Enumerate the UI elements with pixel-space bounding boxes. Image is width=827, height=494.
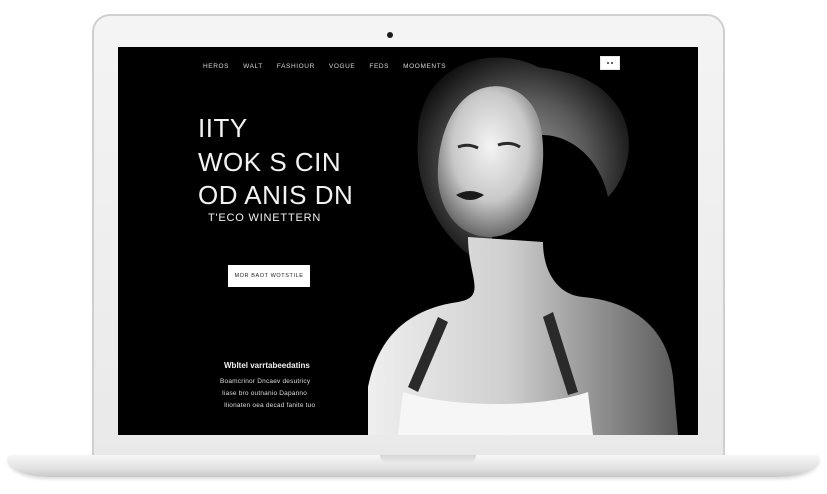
nav-item-fashiour[interactable]: FASHIOUR [277, 63, 315, 70]
hero-heading-line-3: OD ANIS DN [198, 180, 354, 210]
webcam-dot [387, 32, 393, 38]
hero-heading-line-2: WOK S CIN [198, 147, 342, 177]
cta-button[interactable]: MOR BAOT WOTSTILE [228, 265, 310, 287]
hero-heading-line-1: IITY [198, 113, 248, 143]
footer-text-line: Ilionaten oea decad fanite tuo [224, 402, 316, 409]
trackpad-notch [380, 455, 476, 463]
laptop-base [8, 455, 819, 477]
hero-subtitle: T'ECO WINETTERN [208, 212, 322, 224]
laptop-mockup: HEROS WALT FASHIOUR VOGUE FEDS MOOMENTS [0, 0, 827, 494]
hero-portrait-image [368, 57, 678, 435]
nav-item-walt[interactable]: WALT [243, 63, 263, 70]
nav-item-heros[interactable]: HEROS [203, 63, 229, 70]
footer-text-line: Boamcrinor Dncaev desutricy [220, 378, 311, 385]
website-screen: HEROS WALT FASHIOUR VOGUE FEDS MOOMENTS [118, 47, 698, 435]
footer-text-line: Iiase bro outnanio Dapanno [222, 390, 308, 397]
footer-title: Wbltel varrtabeedatins [224, 361, 310, 370]
